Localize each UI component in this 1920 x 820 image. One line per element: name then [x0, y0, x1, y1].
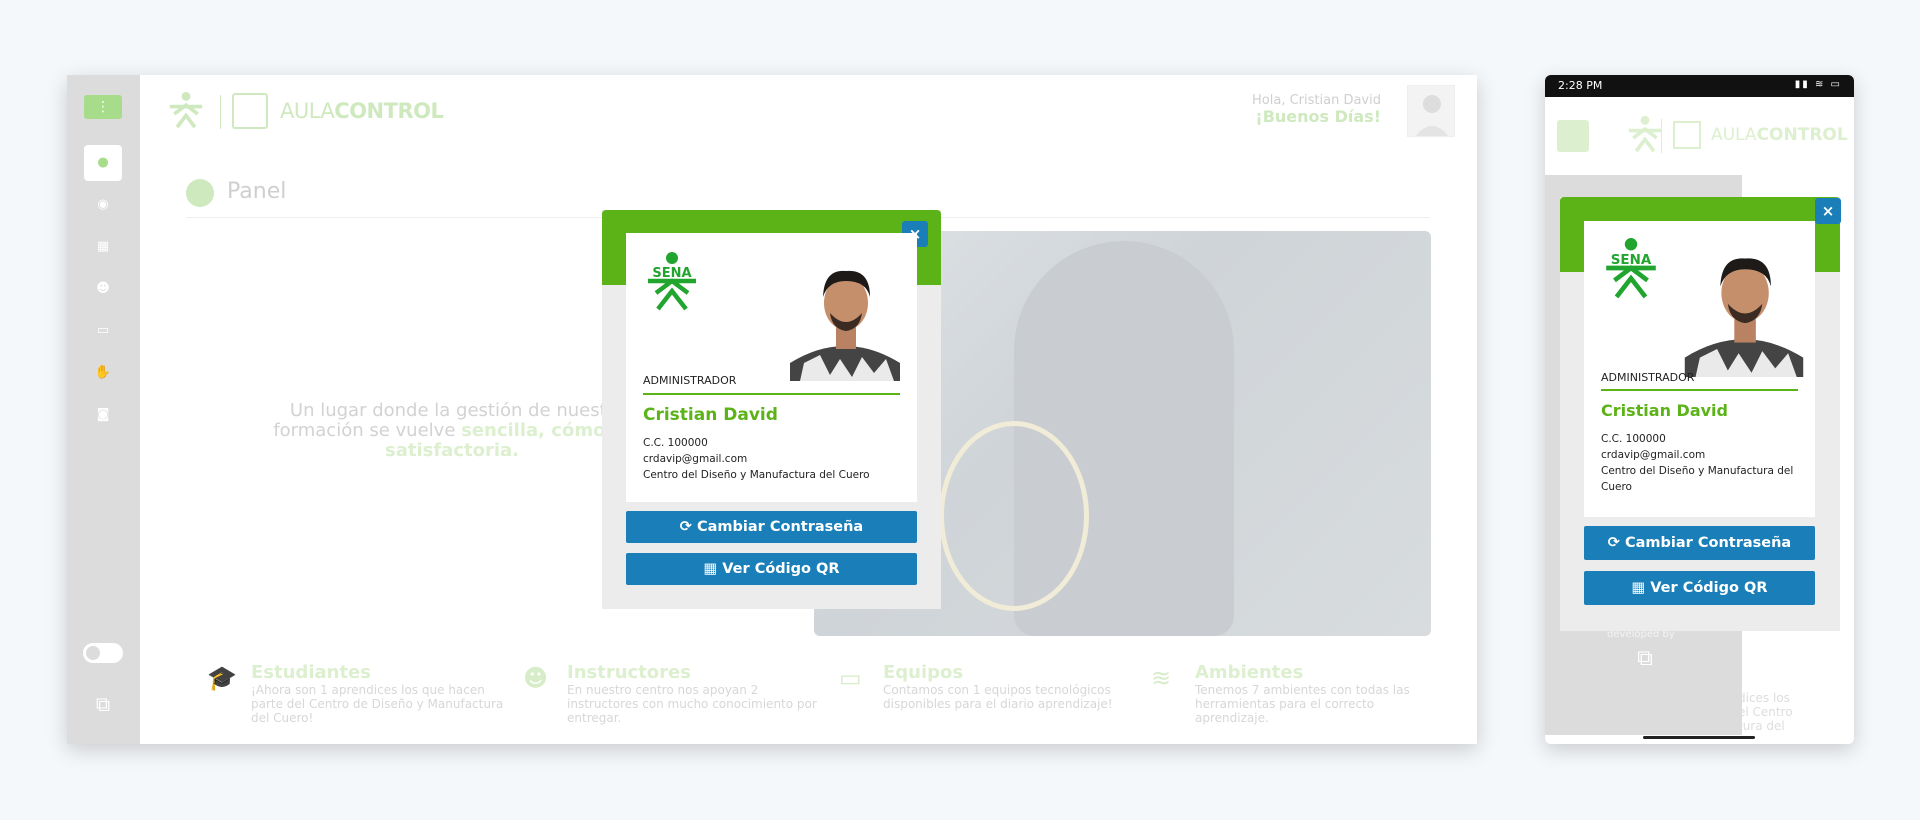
greeting-salutation: ¡Buenos Días! — [1255, 107, 1381, 126]
role-label: ADMINISTRADOR — [643, 374, 737, 387]
developer-logo-icon: ⧉ — [1637, 646, 1653, 671]
hero-line-1: Un lugar donde la gestión de nuestr — [289, 400, 615, 421]
dashboard-icon[interactable]: ● — [84, 145, 122, 181]
avatar[interactable] — [1407, 85, 1455, 137]
database-icon[interactable]: ◉ — [84, 187, 122, 223]
brand-name: AULACONTROL — [280, 99, 444, 123]
layers-icon: ≋ — [1151, 664, 1172, 692]
menu-icon[interactable] — [1557, 120, 1589, 152]
email: crdavip@gmail.com — [1601, 449, 1706, 461]
card-divider — [643, 393, 900, 395]
status-icons: ▮▮ ≋ ▭ — [1794, 79, 1842, 90]
background-feature-text: dices los el Centro tura del — [1738, 691, 1793, 733]
hero-line-2: formación se vuelve sencilla, cómodo — [273, 420, 631, 441]
sidebar: ⋮ ● ◉ ▦ ☻ ▭ ✋ ◙ ⧉ — [67, 75, 140, 744]
hero-sena-emblem — [939, 421, 1089, 611]
mobile-window: 2:28 PM ▮▮ ≋ ▭ AULACONTROL developed by … — [1545, 75, 1854, 744]
home-indicator — [1643, 736, 1755, 739]
graduate-icon: 🎓 — [207, 664, 237, 692]
monitor-icon[interactable]: ▭ — [84, 313, 122, 349]
id-number: C.C. 100000 — [643, 437, 708, 449]
theme-toggle[interactable] — [83, 643, 123, 663]
center-name: Centro del Diseño y Manufactura del Cuer… — [1601, 465, 1794, 493]
sena-logo-icon: SENA — [1606, 238, 1656, 299]
brand-name: AULACONTROL — [1711, 125, 1848, 145]
feature-equipment: ▭ Equipos Contamos con 1 equipos tecnoló… — [839, 662, 1113, 711]
profile-modal-mobile: × SENA ADMINISTRADOR Cristian David C.C.… — [1560, 197, 1841, 631]
sena-logo-icon: SENA — [648, 252, 696, 311]
profile-name: Cristian David — [1601, 401, 1728, 420]
desktop-icon: ▭ — [839, 664, 862, 692]
logo-divider — [220, 95, 221, 129]
feature-instructors: ☻ Instructores En nuestro centro nos apo… — [523, 662, 817, 725]
binoculars-icon[interactable]: ◙ — [84, 397, 122, 433]
feature-students: 🎓 Estudiantes ¡Ahora son 1 aprendices lo… — [207, 662, 504, 725]
handshake-icon[interactable]: ✋ — [84, 355, 122, 391]
card-divider — [1601, 389, 1798, 391]
profile-card: SENA ADMINISTRADOR Cristian David C.C. 1… — [1584, 221, 1815, 517]
hero-text: Un lugar donde la gestión de nuestr form… — [262, 401, 642, 461]
profile-card: SENA ADMINISTRADOR Cristian David C.C. 1… — [626, 233, 917, 502]
role-label: ADMINISTRADOR — [1601, 371, 1695, 384]
aula-logo-icon — [232, 93, 268, 129]
logo-divider — [1661, 119, 1662, 153]
refresh-icon: ⟳ — [1607, 535, 1620, 551]
qr-icon: ▦ — [703, 561, 718, 577]
instructor-icon: ☻ — [523, 664, 549, 692]
hero-line-3: satisfactoria. — [385, 440, 519, 461]
email: crdavip@gmail.com — [643, 453, 748, 465]
user-icon[interactable]: ☻ — [84, 271, 122, 307]
center-name: Centro del Diseño y Manufactura del Cuer… — [643, 469, 870, 481]
change-password-button[interactable]: ⟳ Cambiar Contraseña — [626, 511, 917, 543]
change-password-button[interactable]: ⟳ Cambiar Contraseña — [1584, 526, 1815, 560]
developer-logo-icon: ⧉ — [95, 692, 111, 716]
menu-icon[interactable]: ⋮ — [84, 95, 122, 119]
view-qr-button[interactable]: ▦ Ver Código QR — [1584, 571, 1815, 605]
profile-photo — [1679, 237, 1809, 377]
feature-rooms: ≋ Ambientes Tenemos 7 ambientes con toda… — [1151, 662, 1410, 725]
view-qr-button[interactable]: ▦ Ver Código QR — [626, 553, 917, 585]
refresh-icon: ⟳ — [679, 519, 692, 535]
aula-logo-icon — [1673, 121, 1701, 149]
status-bar: 2:28 PM ▮▮ ≋ ▭ — [1545, 75, 1854, 97]
sena-logo-icon — [169, 91, 203, 129]
status-time: 2:28 PM — [1558, 79, 1603, 92]
greeting: Hola, Cristian David ¡Buenos Días! — [1252, 93, 1381, 125]
page-title: Panel — [227, 179, 287, 204]
close-icon[interactable]: × — [1815, 198, 1841, 224]
id-number: C.C. 100000 — [1601, 433, 1666, 445]
profile-name: Cristian David — [643, 405, 778, 425]
header: AULACONTROL Hola, Cristian David ¡Buenos… — [140, 75, 1477, 149]
qr-icon: ▦ — [1631, 580, 1646, 596]
profile-modal: × SENA ADMINISTRADOR Cristian David C.C.… — [602, 210, 941, 609]
profile-photo — [790, 251, 900, 381]
table-icon[interactable]: ▦ — [84, 229, 122, 265]
